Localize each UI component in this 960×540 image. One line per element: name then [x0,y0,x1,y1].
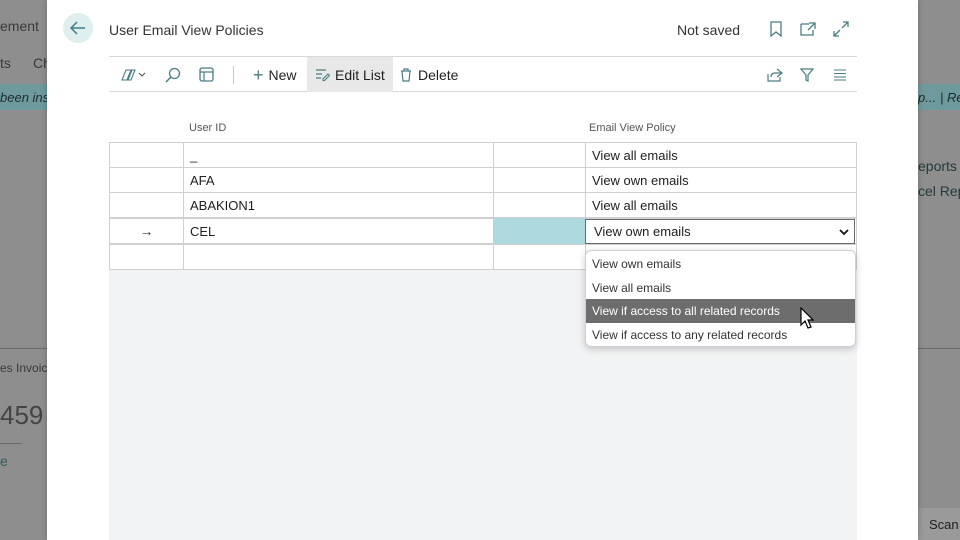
bg-action-bar: Scan [918,508,960,540]
bg-breadcrumb: ement [0,18,39,34]
table-row[interactable]: _ View all emails [109,142,857,168]
open-new-window-icon[interactable] [799,20,817,38]
expand-icon[interactable] [832,20,850,38]
new-button-label: New [268,66,297,83]
email-view-policy-select[interactable]: View own emails [585,219,855,244]
spacer-cell [493,244,586,270]
action-toolbar: + New Edit List Delete [109,56,857,92]
delete-button[interactable]: Delete [394,57,464,92]
spacer-cell [493,192,586,218]
option-view-own-emails[interactable]: View own emails [586,252,855,276]
bg-strip-text-right: p... [918,90,937,105]
table-row[interactable]: AFA View own emails [109,167,857,193]
option-view-if-access-all-related[interactable]: View if access to all related records [586,299,855,323]
copilot-icon [121,68,146,81]
bg-divider-right [918,348,960,349]
selected-value: View own emails [594,224,691,239]
policy-options-dropdown: View own emails View all emails View if … [585,250,856,347]
edit-list-label: Edit List [335,66,385,83]
user-id-cell[interactable]: AFA [183,167,494,193]
grid-icon [199,67,214,82]
list-view-button[interactable] [833,57,853,92]
delete-label: Delete [418,66,459,83]
bg-excel-link: cel Rep [918,183,960,199]
search-icon [165,67,181,83]
user-id-cell[interactable]: CEL [183,218,494,244]
share-button[interactable] [767,57,787,92]
plus-icon: + [253,64,264,85]
back-button[interactable] [63,13,93,43]
trash-icon [401,67,411,82]
column-header-user-id[interactable]: User ID [189,122,226,134]
filter-button[interactable] [800,57,820,92]
bg-link: e [0,453,8,469]
row-marker [109,192,184,218]
edit-list-button[interactable]: Edit List [307,57,393,92]
copilot-menu-button[interactable] [119,57,151,92]
edit-list-icon [316,69,330,81]
user-id-cell[interactable]: ABAKION1 [183,192,494,218]
mouse-pointer-icon [800,307,814,329]
bg-nav-item: ts [0,55,11,71]
bg-strip-text-right-2: | Re [940,90,960,105]
save-status: Not saved [677,22,741,38]
user-id-cell[interactable]: _ [183,142,494,168]
edit-in-excel-button[interactable] [199,57,219,92]
list-icon [834,68,846,81]
policy-cell[interactable]: View all emails [585,192,857,218]
bg-divider [0,348,47,349]
bg-scan-button: Scan [929,517,959,532]
bg-reports-link: eports [918,158,957,174]
spacer-cell [493,167,586,193]
page-title: User Email View Policies [109,22,264,38]
new-button[interactable]: + New [247,57,303,92]
bg-big-number: 459 [0,400,44,430]
email-view-policies-dialog: User Email View Policies Not saved + New… [47,0,918,540]
row-marker [109,244,184,270]
share-icon [767,68,783,82]
toolbar-separator [233,66,234,84]
option-view-if-access-any-related[interactable]: View if access to any related records [586,323,855,346]
table-row[interactable]: ABAKION1 View all emails [109,192,857,218]
bookmark-icon[interactable] [767,20,785,38]
policy-cell[interactable]: View own emails [585,167,857,193]
chevron-down-icon [839,229,849,236]
row-marker [109,142,184,168]
bg-invoice-label: es Invoic [0,361,48,375]
search-button[interactable] [165,57,185,92]
bg-underline [0,443,22,444]
current-row-arrow-icon: → [109,218,184,244]
arrow-left-icon [70,21,85,35]
spacer-cell [493,142,586,168]
bg-strip-text-left: been ins [0,90,50,105]
option-view-all-emails[interactable]: View all emails [586,276,855,300]
row-marker [109,167,184,193]
column-header-email-view-policy[interactable]: Email View Policy [589,122,676,134]
policy-cell[interactable]: View all emails [585,142,857,168]
filter-icon [800,67,814,82]
user-id-cell[interactable] [183,244,494,270]
spacer-cell-selected [493,218,586,244]
